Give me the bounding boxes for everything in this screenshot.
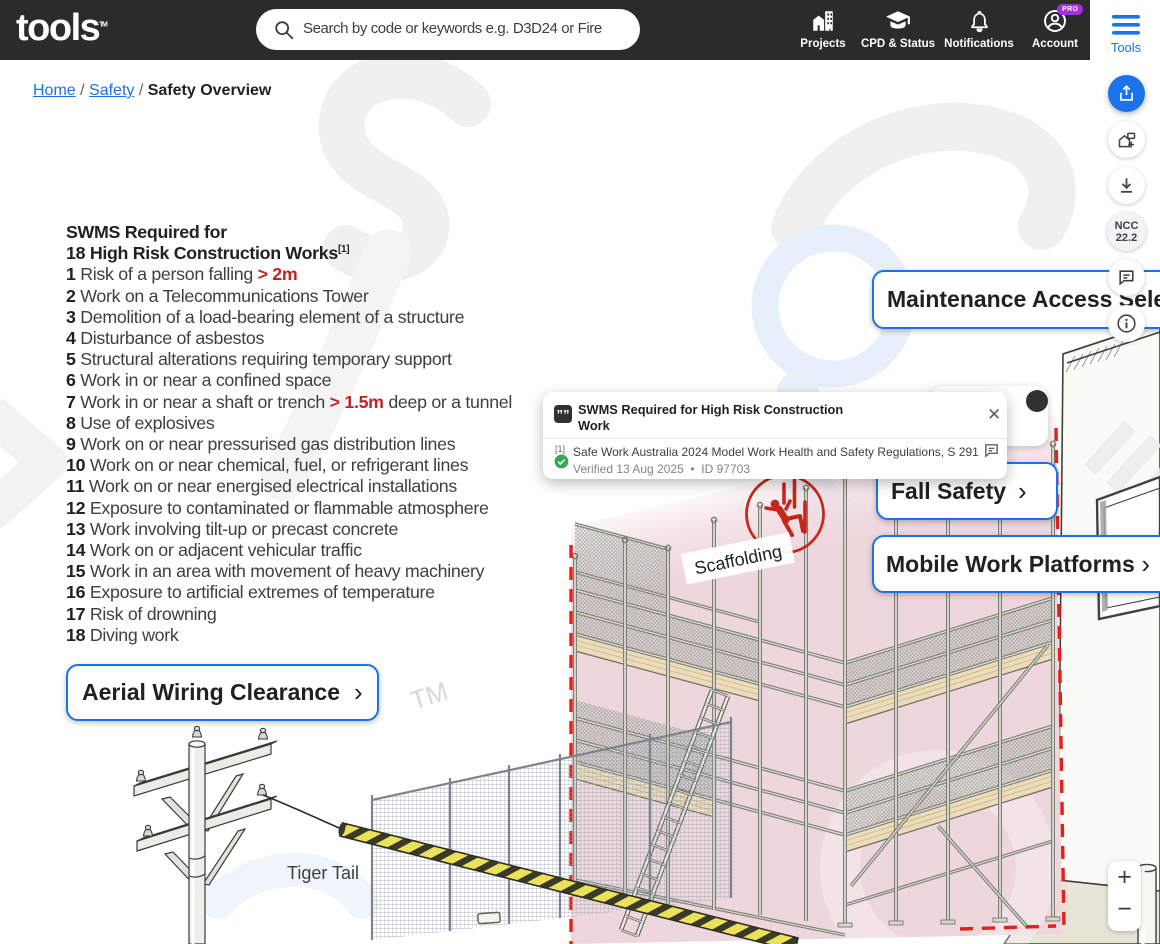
svg-text:Tiger Tail: Tiger Tail <box>287 863 359 883</box>
svg-text:TM: TM <box>407 676 452 716</box>
